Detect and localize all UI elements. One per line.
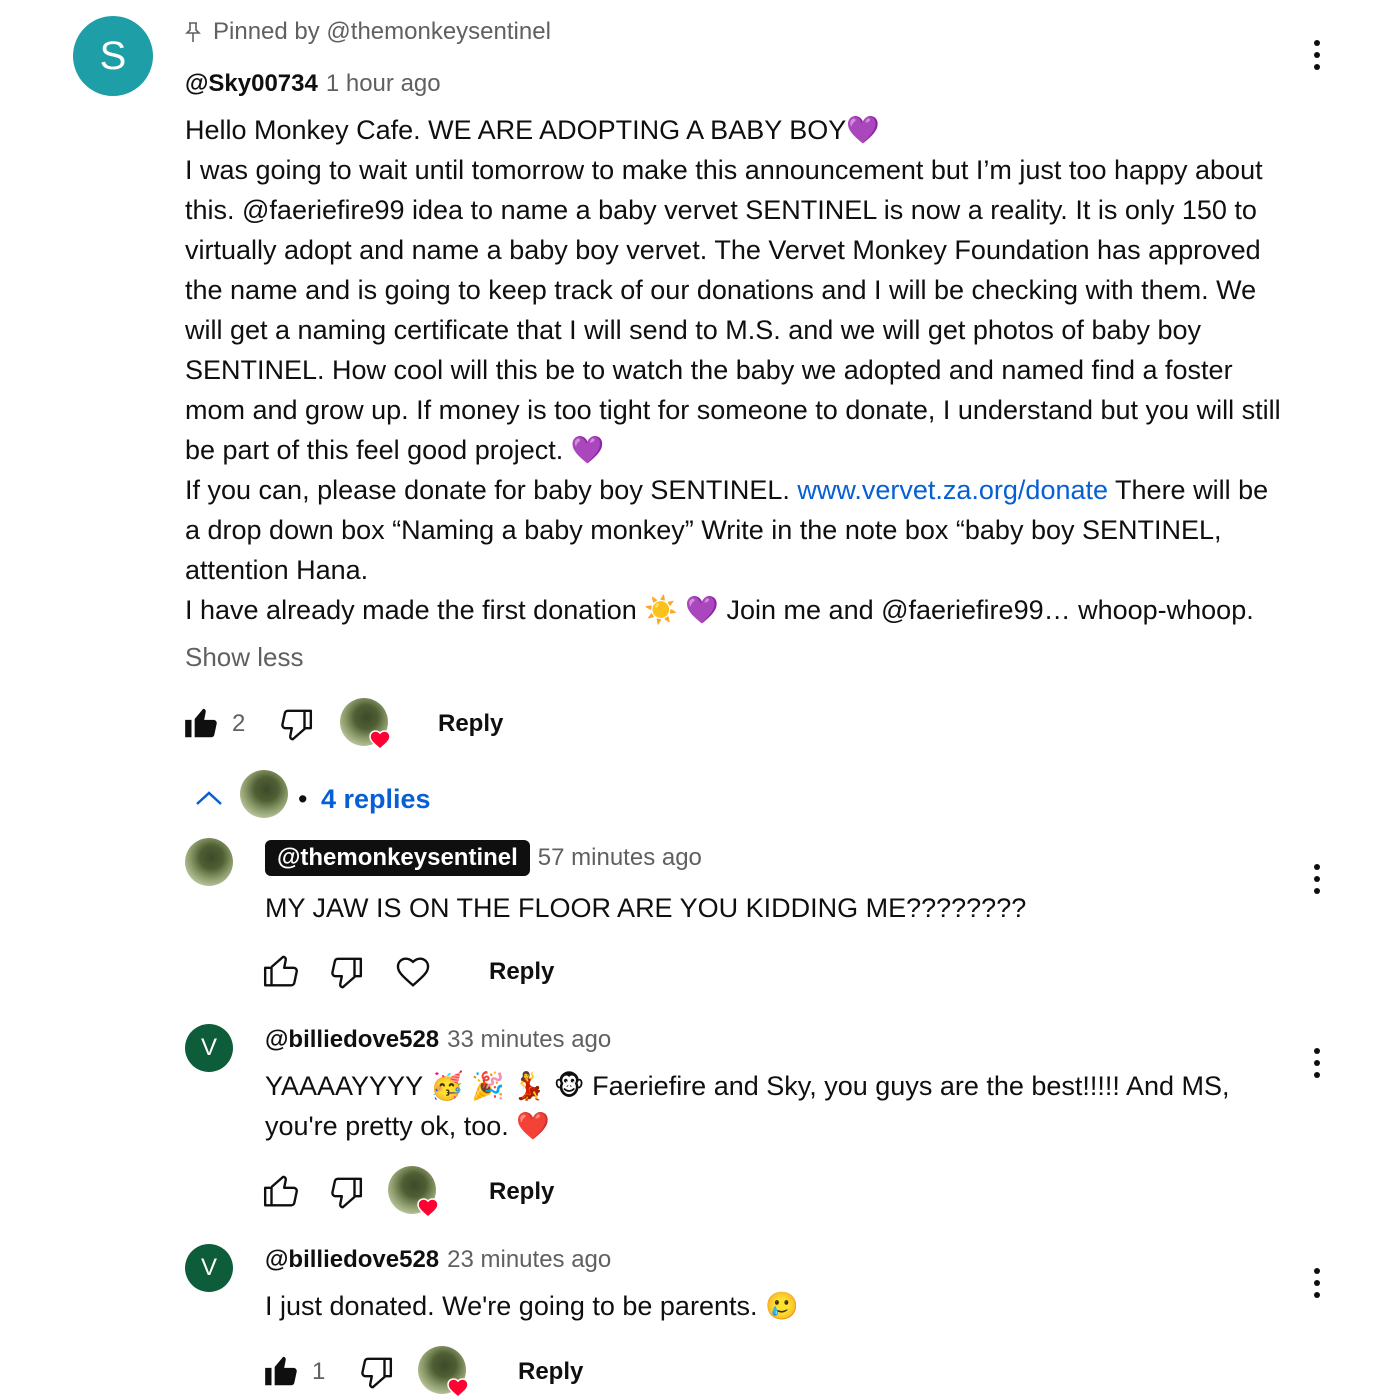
reply-avatar[interactable] — [185, 838, 233, 886]
reply-time[interactable]: 23 minutes ago — [447, 1246, 611, 1274]
heart-icon — [417, 1198, 439, 1218]
reply-menu-button[interactable] — [1312, 864, 1322, 894]
chevron-up-icon[interactable] — [194, 788, 224, 808]
reply-time[interactable]: 57 minutes ago — [538, 844, 702, 872]
creator-badge-author[interactable]: @themonkeysentinel — [265, 840, 530, 876]
heart-icon — [447, 1378, 469, 1398]
reply-author[interactable]: @billiedove528 — [265, 1026, 439, 1054]
show-less-button[interactable]: Show less — [185, 642, 304, 673]
reply-button[interactable]: Reply — [489, 958, 554, 986]
reply-avatar[interactable]: V — [185, 1024, 233, 1072]
creator-heart-avatar — [418, 1346, 469, 1398]
pin-icon — [185, 22, 201, 42]
heart-icon — [369, 730, 391, 750]
pinned-indicator: Pinned by @themonkeysentinel — [185, 18, 551, 46]
comment-line-1: Hello Monkey Cafe. WE ARE ADOPTING A BAB… — [185, 115, 880, 145]
donate-link[interactable]: www.vervet.za.org/donate — [797, 475, 1108, 505]
reply-header: @billiedove528 33 minutes ago — [265, 1026, 611, 1054]
reply-button[interactable]: Reply — [438, 710, 503, 738]
comment-donate-line: If you can, please donate for baby boy S… — [185, 470, 1285, 590]
like-count: 2 — [232, 710, 246, 737]
reply-author[interactable]: @billiedove528 — [265, 1246, 439, 1274]
avatar-letter: V — [200, 1034, 217, 1061]
reply-button[interactable]: Reply — [489, 1178, 554, 1206]
comment-time[interactable]: 1 hour ago — [326, 70, 441, 98]
like-icon[interactable] — [262, 1172, 300, 1210]
like-icon[interactable] — [262, 952, 300, 990]
comment-body: Hello Monkey Cafe. WE ARE ADOPTING A BAB… — [185, 110, 1285, 630]
reply-header: @themonkeysentinel 57 minutes ago — [265, 840, 702, 876]
comment-menu-button[interactable] — [1312, 40, 1322, 70]
like-icon-filled[interactable] — [182, 704, 220, 742]
reply-text: MY JAW IS ON THE FLOOR ARE YOU KIDDING M… — [265, 893, 1027, 923]
reply-header: @billiedove528 23 minutes ago — [265, 1246, 611, 1274]
replies-toggle-button[interactable]: 4 replies — [321, 784, 431, 815]
donate-prefix: If you can, please donate for baby boy S… — [185, 475, 798, 505]
creator-heart-avatar — [340, 698, 391, 750]
dislike-icon[interactable] — [326, 954, 364, 992]
pinned-label: Pinned by @themonkeysentinel — [213, 18, 551, 45]
reply-time[interactable]: 33 minutes ago — [447, 1026, 611, 1054]
author-avatar[interactable]: S — [73, 16, 153, 96]
like-count: 1 — [312, 1358, 326, 1385]
avatar-letter: S — [99, 33, 127, 78]
reply-text: YAAAAYYYY 🥳 🎉 💃 🐵 Faeriefire and Sky, yo… — [265, 1071, 1230, 1141]
replies-bullet: • — [298, 784, 308, 814]
reply-menu-button[interactable] — [1312, 1048, 1322, 1078]
avatar-letter: V — [200, 1254, 217, 1281]
comment-header: @Sky00734 1 hour ago — [185, 70, 441, 98]
reply-text: I just donated. We're going to be parent… — [265, 1291, 799, 1321]
comment-author[interactable]: @Sky00734 — [185, 70, 318, 98]
dislike-icon[interactable] — [356, 1354, 394, 1392]
reply-menu-button[interactable] — [1312, 1268, 1322, 1298]
replies-avatar — [240, 770, 288, 818]
reply-button[interactable]: Reply — [518, 1358, 583, 1386]
heart-outline-icon[interactable] — [394, 952, 432, 990]
comment-line-2: I was going to wait until tomorrow to ma… — [185, 155, 1281, 465]
dislike-icon[interactable] — [276, 706, 314, 744]
comment-last-line: I have already made the first donation ☀… — [185, 595, 1254, 625]
creator-heart-avatar — [388, 1166, 439, 1218]
dislike-icon[interactable] — [326, 1174, 364, 1212]
like-icon-filled[interactable] — [262, 1352, 300, 1390]
reply-avatar[interactable]: V — [185, 1244, 233, 1292]
